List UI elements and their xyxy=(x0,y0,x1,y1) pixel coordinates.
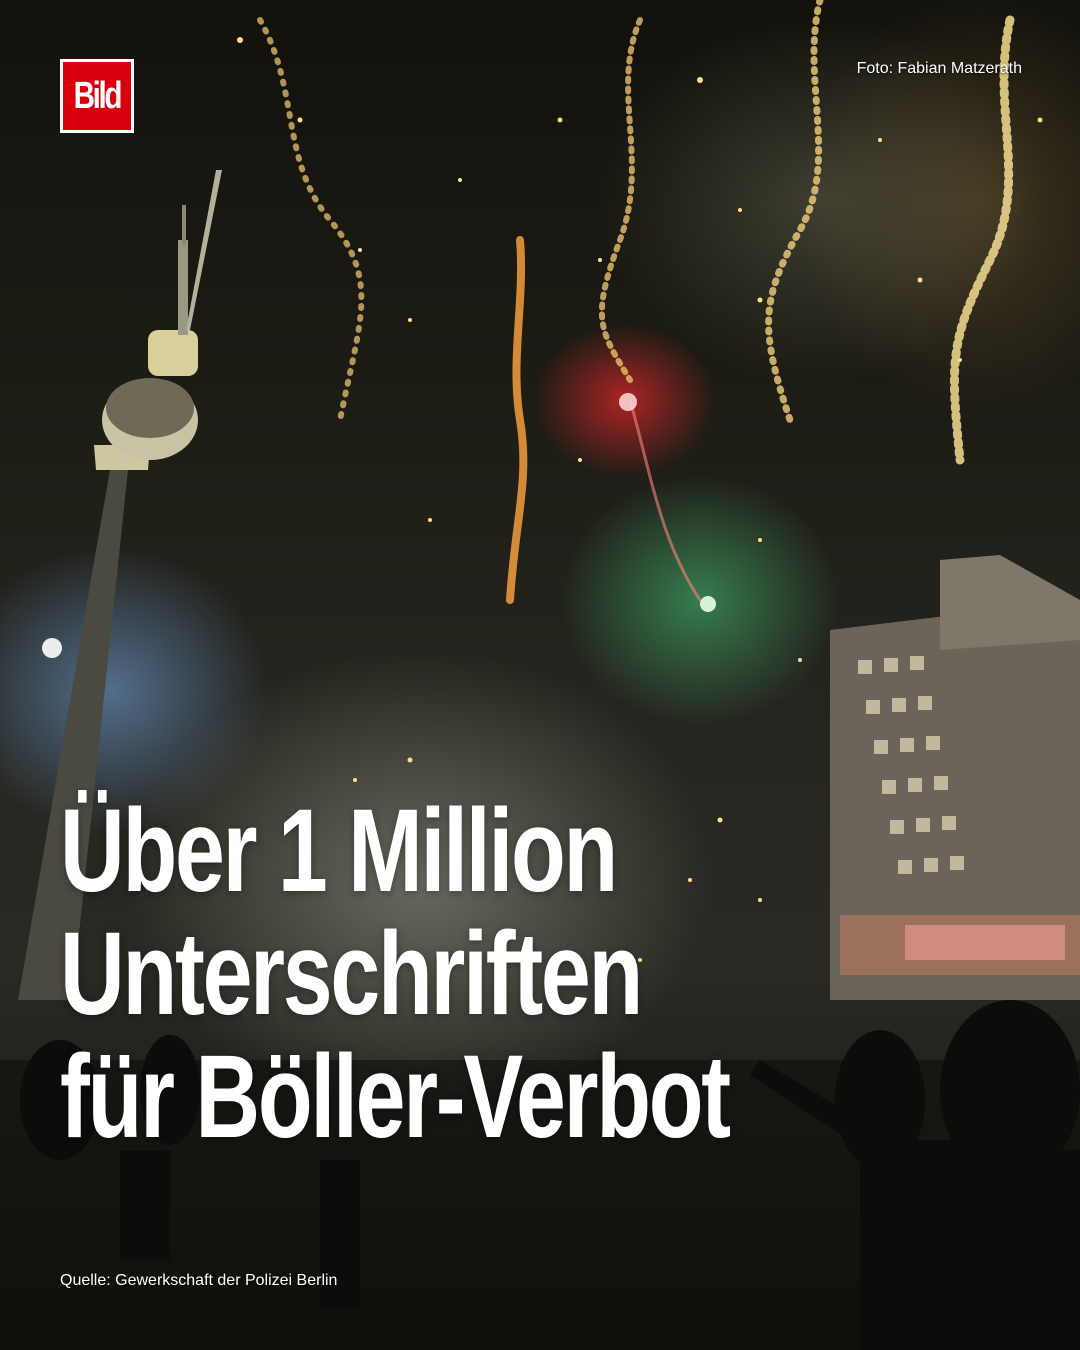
building xyxy=(830,555,1080,1000)
headline: Über 1 Million Unterschriften für Böller… xyxy=(60,785,731,1163)
social-post-card: Bild Foto: Fabian Matzerath Über 1 Milli… xyxy=(0,0,1080,1350)
photo-credit: Foto: Fabian Matzerath xyxy=(856,60,1022,77)
firework-trails xyxy=(257,0,1015,604)
bild-logo-text: Bild xyxy=(73,75,123,117)
headline-line-2: Unterschriften xyxy=(60,908,643,1040)
bild-logo: Bild xyxy=(60,59,134,133)
headline-line-3: für Böller-Verbot xyxy=(60,1031,731,1163)
source-credit: Quelle: Gewerkschaft der Polizei Berlin xyxy=(60,1272,338,1289)
headline-line-1: Über 1 Million xyxy=(60,785,618,917)
